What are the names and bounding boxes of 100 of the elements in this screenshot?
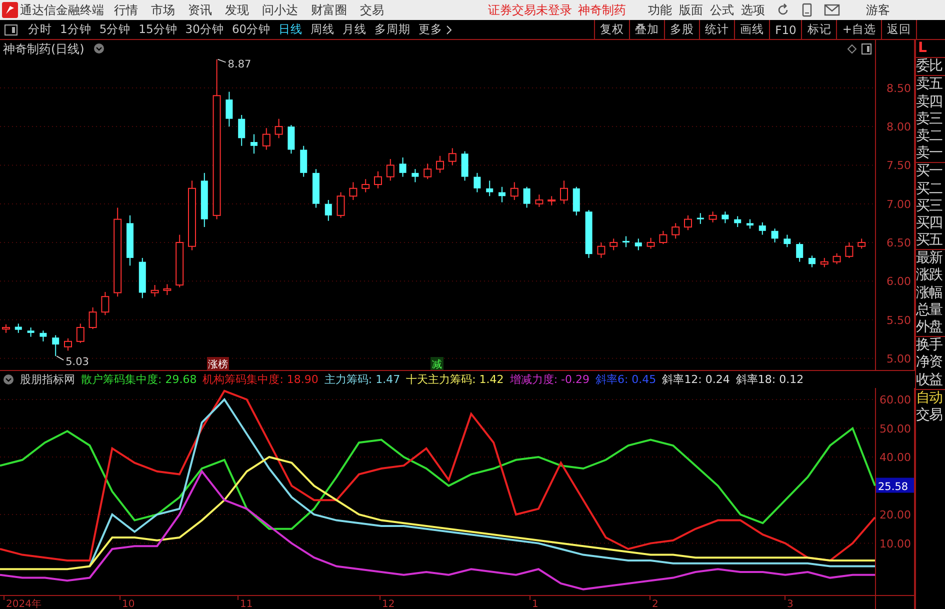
date-axis-label: 2 xyxy=(652,599,658,609)
chevron-down-icon[interactable] xyxy=(94,44,104,54)
indicator-readout: 主力筹码: 1.47 xyxy=(324,372,400,387)
menu-item[interactable]: 公式 xyxy=(710,2,734,18)
diamond-icon[interactable] xyxy=(847,44,857,54)
candle xyxy=(708,211,717,223)
indicator-readout: 散户筹码集中度: 29.68 xyxy=(81,372,197,387)
toolbar-button[interactable]: 返回 xyxy=(881,20,917,39)
period-tab[interactable]: 月线 xyxy=(338,22,371,37)
menu-item[interactable]: 市场 xyxy=(151,2,175,18)
toolbar-button[interactable]: +自选 xyxy=(836,20,881,39)
panel-toggle-icon[interactable] xyxy=(4,24,18,36)
more-button[interactable]: 更多 xyxy=(414,22,456,37)
candle xyxy=(461,150,468,182)
period-tab[interactable]: 30分钟 xyxy=(181,22,228,37)
candle xyxy=(808,255,816,268)
sidebar-item[interactable]: 买五 xyxy=(916,232,945,250)
candle xyxy=(622,236,630,248)
candle xyxy=(858,238,866,250)
sidebar-mode-label[interactable]: L xyxy=(916,40,945,58)
menu-item[interactable]: 财富圈 xyxy=(311,2,347,18)
sidebar-item[interactable]: 卖五 xyxy=(916,76,945,94)
y-axis-label: 60.00 xyxy=(880,394,911,406)
user-label[interactable]: 游客 xyxy=(866,2,890,18)
sidebar-item[interactable]: 外盘 xyxy=(916,319,945,336)
toolbar-button[interactable]: 画线 xyxy=(734,20,770,39)
refresh-icon[interactable] xyxy=(776,3,790,17)
menu-item[interactable]: 资讯 xyxy=(188,2,212,18)
candle xyxy=(101,291,110,316)
period-tab[interactable]: 多周期 xyxy=(370,22,415,37)
toolbar-button[interactable]: 复权 xyxy=(594,20,630,39)
period-tab[interactable]: 15分钟 xyxy=(134,22,182,37)
menu-item[interactable]: 问小达 xyxy=(262,2,298,18)
mail-icon[interactable] xyxy=(824,4,840,16)
period-tab[interactable]: 60分钟 xyxy=(228,22,275,37)
candle xyxy=(448,148,456,166)
menu-item[interactable]: 交易 xyxy=(360,2,384,18)
candle xyxy=(771,228,778,243)
period-tab[interactable]: 1分钟 xyxy=(56,22,96,37)
toolbar-button[interactable]: 多股 xyxy=(664,20,700,39)
sidebar-tab[interactable]: 自动 xyxy=(916,390,945,407)
candle xyxy=(126,214,134,266)
sidebar-item[interactable]: 买三 xyxy=(916,198,945,215)
candle xyxy=(486,180,494,197)
candle xyxy=(349,182,358,200)
sidebar-item[interactable]: 买四 xyxy=(916,214,945,232)
sidebar-item[interactable]: 涨幅 xyxy=(916,284,945,302)
menu-item[interactable]: 发现 xyxy=(225,2,249,18)
date-axis-label: 2024年 xyxy=(6,599,42,609)
price-axis-label: 7.50 xyxy=(886,159,911,172)
candle xyxy=(226,91,233,128)
sidebar-item[interactable]: 换手 xyxy=(916,337,945,354)
sidebar-item[interactable]: 最新 xyxy=(916,250,945,268)
candle xyxy=(274,118,283,139)
candle xyxy=(659,230,668,245)
leader-line xyxy=(217,58,226,63)
period-tab[interactable]: 5分钟 xyxy=(95,22,135,37)
menu-item[interactable]: 选项 xyxy=(741,2,765,18)
y-axis-label: 10.00 xyxy=(880,537,911,550)
candle xyxy=(64,338,72,352)
candle xyxy=(523,186,530,208)
sidebar-tab[interactable]: 交易 xyxy=(916,406,945,424)
phone-icon[interactable] xyxy=(801,3,813,17)
candle xyxy=(722,211,729,224)
toolbar-button[interactable]: F10 xyxy=(769,20,802,39)
candle xyxy=(300,145,308,178)
price-axis-label: 6.00 xyxy=(886,275,911,288)
indicator-name[interactable]: 股朋指标网 xyxy=(20,372,75,387)
sidebar-item[interactable]: 收益 xyxy=(916,372,945,389)
candle xyxy=(845,242,854,258)
period-tab[interactable]: 周线 xyxy=(306,22,339,37)
toolbar-button[interactable]: 叠加 xyxy=(629,20,664,39)
sidebar-item[interactable]: 总量 xyxy=(916,302,945,319)
candle xyxy=(238,114,246,146)
current-value-label: 25.58 xyxy=(876,478,914,493)
sidebar-item[interactable]: 净资 xyxy=(916,354,945,372)
menu-item[interactable]: 版面 xyxy=(679,2,703,18)
menu-item[interactable]: 行情 xyxy=(114,2,138,18)
price-axis-label: 8.50 xyxy=(886,82,911,95)
sidebar-item[interactable]: 买二 xyxy=(916,180,945,198)
period-tab[interactable]: 分时 xyxy=(24,22,56,37)
menu-item[interactable]: 功能 xyxy=(648,2,672,18)
login-notice[interactable]: 证券交易未登录 xyxy=(488,2,572,18)
sidebar-item[interactable]: 委比 xyxy=(916,58,945,76)
indicator-readout: 斜率18: 0.12 xyxy=(736,372,804,387)
period-tab[interactable]: 日线 xyxy=(274,22,307,37)
sidebar-item[interactable]: 卖四 xyxy=(916,94,945,111)
candle xyxy=(734,216,742,228)
candle xyxy=(40,330,47,342)
sidebar-item[interactable]: 卖三 xyxy=(916,110,945,128)
sidebar-item[interactable]: 卖二 xyxy=(916,128,945,146)
sidebar-item[interactable]: 卖一 xyxy=(916,145,945,162)
high-price-label: 8.87 xyxy=(228,58,252,70)
toolbar-button[interactable]: 标记 xyxy=(801,20,836,39)
sidebar-item[interactable]: 涨跌 xyxy=(916,267,945,285)
toolbar-button[interactable]: 统计 xyxy=(699,20,734,39)
date-axis-label: 10 xyxy=(122,599,135,609)
panel-toggle-icon[interactable] xyxy=(862,44,872,54)
sidebar-item[interactable]: 买一 xyxy=(916,163,945,180)
chevron-down-icon[interactable] xyxy=(3,374,14,385)
